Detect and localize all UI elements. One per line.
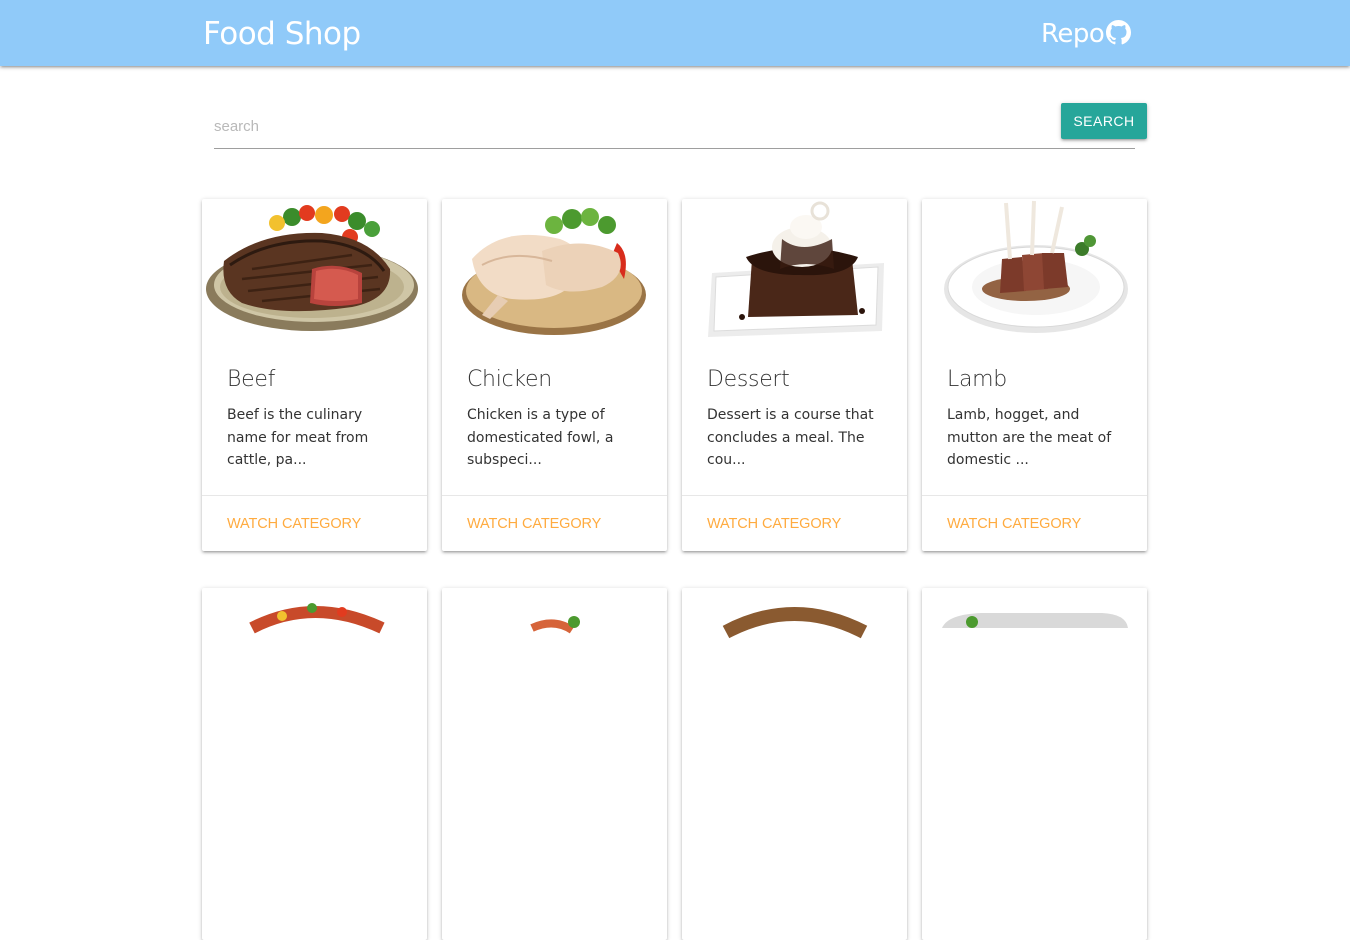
card-description: Beef is the culinary name for meat from … [227, 407, 369, 468]
card-title: Lamb [947, 367, 1007, 392]
card-description: Chicken is a type of domesticated fowl, … [467, 407, 614, 468]
lamb-image [922, 199, 1147, 349]
brand-logo[interactable]: Food Shop [203, 14, 361, 54]
watch-category-link[interactable]: WATCH CATEGORY [707, 516, 841, 532]
category-card-dessert: Dessert Dessert is a course that conclud… [682, 199, 907, 551]
search-input[interactable] [214, 110, 1054, 142]
category-card-partial-1 [202, 588, 427, 940]
chicken-image [442, 199, 667, 349]
card-action: WATCH CATEGORY [922, 495, 1147, 551]
card-action: WATCH CATEGORY [682, 495, 907, 551]
card-description: Lamb, hogget, and mutton are the meat of… [947, 407, 1112, 468]
card-title: Chicken [467, 367, 552, 392]
watch-category-link[interactable]: WATCH CATEGORY [227, 516, 361, 532]
category-card-chicken: Chicken Chicken is a type of domesticate… [442, 199, 667, 551]
card-title: Dessert [707, 367, 790, 392]
search-underline [214, 148, 1135, 149]
watch-category-link[interactable]: WATCH CATEGORY [947, 516, 1081, 532]
search-button[interactable]: SEARCH [1061, 103, 1147, 139]
card-title: Beef [227, 367, 276, 392]
repo-link-label: Repo [1041, 19, 1105, 49]
page-scrollbar[interactable] [1333, 0, 1350, 626]
beef-image [202, 199, 427, 349]
top-navbar: Food Shop Repo [0, 0, 1350, 66]
category-card-lamb: Lamb Lamb, hogget, and mutton are the me… [922, 199, 1147, 551]
category-card-partial-3 [682, 588, 907, 940]
food-image-partial [202, 588, 427, 738]
category-card-beef: Beef Beef is the culinary name for meat … [202, 199, 427, 551]
food-image-partial [442, 588, 667, 738]
card-description: Dessert is a course that concludes a mea… [707, 407, 874, 468]
food-image-partial [682, 588, 907, 738]
github-icon [1106, 19, 1132, 45]
repo-link[interactable]: Repo [1041, 17, 1132, 51]
category-card-partial-4 [922, 588, 1147, 940]
watch-category-link[interactable]: WATCH CATEGORY [467, 516, 601, 532]
search-field [214, 104, 1135, 149]
category-card-partial-2 [442, 588, 667, 940]
dessert-image [682, 199, 907, 349]
card-action: WATCH CATEGORY [202, 495, 427, 551]
food-image-partial [922, 588, 1147, 738]
card-action: WATCH CATEGORY [442, 495, 667, 551]
